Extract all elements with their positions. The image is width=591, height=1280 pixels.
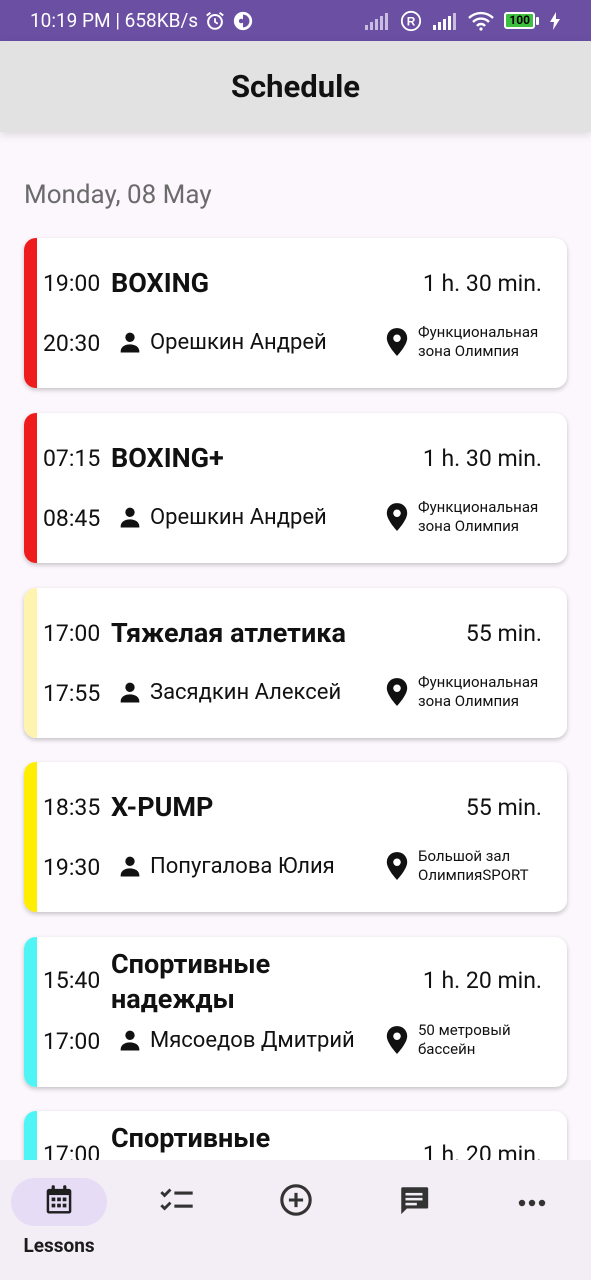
- lesson-color-bar: [24, 413, 37, 563]
- signal-weak-icon: [364, 11, 390, 31]
- svg-text:R: R: [407, 14, 416, 28]
- person-icon: [116, 852, 144, 880]
- lesson-end-time: 17:00: [43, 1028, 101, 1055]
- lesson-card[interactable]: 07:15 BOXING+ 1 h. 30 min. 08:45 Орешкин…: [24, 413, 567, 563]
- person-icon: [116, 328, 144, 356]
- person-icon: [116, 678, 144, 706]
- date-header: Monday, 08 May: [24, 180, 212, 210]
- calendar-icon: [44, 1184, 74, 1220]
- lesson-trainer: Орешкин Андрей: [116, 328, 327, 356]
- nav-checklist[interactable]: [118, 1160, 236, 1280]
- lesson-place: Функциональная зона Олимпия: [384, 323, 567, 361]
- alarm-icon: [204, 10, 226, 32]
- location-pin-icon: [384, 502, 410, 532]
- add-circle-icon: [279, 1183, 313, 1221]
- lesson-start-time: 07:15: [43, 445, 101, 472]
- trainer-name: Засядкин Алексей: [150, 679, 342, 705]
- lesson-card[interactable]: 19:00 BOXING 1 h. 30 min. 20:30 Орешкин …: [24, 238, 567, 388]
- location-pin-icon: [384, 677, 410, 707]
- lesson-start-time: 17:00: [43, 1141, 101, 1160]
- place-name: 50 метровый бассейн: [418, 1021, 511, 1058]
- lesson-color-bar: [24, 937, 37, 1087]
- nav-add[interactable]: [236, 1160, 354, 1280]
- lesson-title: Спортивные: [111, 1122, 271, 1154]
- lesson-title: X-PUMP: [111, 791, 214, 823]
- charging-icon: [549, 11, 561, 30]
- roaming-icon: R: [400, 10, 422, 32]
- trainer-name: Орешкин Андрей: [150, 504, 327, 530]
- lesson-place: Функциональная зона Олимпия: [384, 673, 567, 711]
- lesson-start-time: 18:35: [43, 794, 101, 821]
- lesson-color-bar: [24, 588, 37, 738]
- bottom-navigation: Lessons: [0, 1160, 591, 1280]
- lesson-duration: 1 h. 30 min.: [422, 270, 542, 297]
- lesson-duration: 1 h. 20 min.: [422, 1141, 542, 1160]
- location-pin-icon: [384, 327, 410, 357]
- lesson-card[interactable]: 17:00 Спортивные 1 h. 20 min.: [24, 1111, 567, 1160]
- lesson-duration: 1 h. 20 min.: [422, 967, 542, 994]
- trainer-name: Орешкин Андрей: [150, 329, 327, 355]
- lesson-place: 50 метровый бассейн: [384, 1021, 567, 1059]
- lesson-card[interactable]: 17:00 Тяжелая атлетика 55 min. 17:55 Зас…: [24, 588, 567, 738]
- battery-level: 100: [504, 12, 535, 29]
- lesson-end-time: 20:30: [43, 330, 101, 357]
- nav-lessons-indicator: [11, 1178, 108, 1226]
- lesson-start-time: 17:00: [43, 620, 101, 647]
- lesson-card[interactable]: 15:40 Спортивные надежды 1 h. 20 min. 17…: [24, 937, 567, 1087]
- battery-icon: 100: [504, 12, 539, 29]
- more-icon: [517, 1193, 547, 1212]
- lesson-end-time: 19:30: [43, 854, 101, 881]
- nav-messages[interactable]: [355, 1160, 473, 1280]
- schedule-list[interactable]: Monday, 08 May 19:00 BOXING 1 h. 30 min.…: [0, 132, 591, 1160]
- lesson-duration: 55 min.: [465, 620, 542, 647]
- nav-lessons-label: Lessons: [23, 1234, 95, 1257]
- lesson-color-bar: [24, 762, 37, 912]
- nav-more[interactable]: [473, 1160, 591, 1280]
- place-name: Функциональная зона Олимпия: [418, 673, 539, 710]
- lesson-trainer: Засядкин Алексей: [116, 678, 341, 706]
- location-pin-icon: [384, 851, 410, 881]
- trainer-name: Мясоедов Дмитрий: [150, 1027, 355, 1053]
- location-pin-icon: [384, 1025, 410, 1055]
- place-name: Функциональная зона Олимпия: [418, 498, 539, 535]
- status-bar: 10:19 PM | 658KB/s R 100: [0, 0, 591, 41]
- lesson-trainer: Попугалова Юлия: [116, 852, 335, 880]
- lesson-start-time: 19:00: [43, 270, 101, 297]
- lesson-color-bar: [24, 238, 37, 388]
- lesson-title: BOXING: [111, 267, 210, 299]
- page-title: Schedule: [230, 68, 361, 105]
- lesson-card[interactable]: 18:35 X-PUMP 55 min. 19:30 Попугалова Юл…: [24, 762, 567, 912]
- lesson-end-time: 17:55: [43, 680, 101, 707]
- lesson-end-time: 08:45: [43, 505, 101, 532]
- lesson-title: BOXING+: [111, 442, 224, 474]
- nav-lessons[interactable]: Lessons: [0, 1160, 118, 1280]
- status-time-speed: 10:19 PM | 658KB/s: [30, 9, 199, 32]
- place-name: Большой зал ОлимпияSPORT: [418, 847, 529, 884]
- chat-icon: [397, 1183, 431, 1221]
- lesson-title: Спортивные надежды: [111, 948, 271, 1015]
- lesson-place: Функциональная зона Олимпия: [384, 498, 567, 536]
- app-notification-icon: [232, 10, 254, 32]
- lesson-duration: 55 min.: [465, 794, 542, 821]
- lesson-duration: 1 h. 30 min.: [422, 445, 542, 472]
- wifi-icon: [468, 11, 495, 31]
- app-bar: Schedule: [0, 41, 591, 132]
- lesson-trainer: Мясоедов Дмитрий: [116, 1026, 355, 1054]
- lesson-start-time: 15:40: [43, 967, 101, 994]
- checklist-icon: [160, 1185, 194, 1219]
- lesson-title: Тяжелая атлетика: [111, 617, 346, 649]
- lesson-place: Большой зал ОлимпияSPORT: [384, 847, 567, 885]
- signal-icon: [432, 11, 458, 31]
- trainer-name: Попугалова Юлия: [150, 853, 335, 879]
- place-name: Функциональная зона Олимпия: [418, 323, 539, 360]
- person-icon: [116, 1026, 144, 1054]
- person-icon: [116, 503, 144, 531]
- lesson-trainer: Орешкин Андрей: [116, 503, 327, 531]
- lesson-color-bar: [24, 1111, 37, 1160]
